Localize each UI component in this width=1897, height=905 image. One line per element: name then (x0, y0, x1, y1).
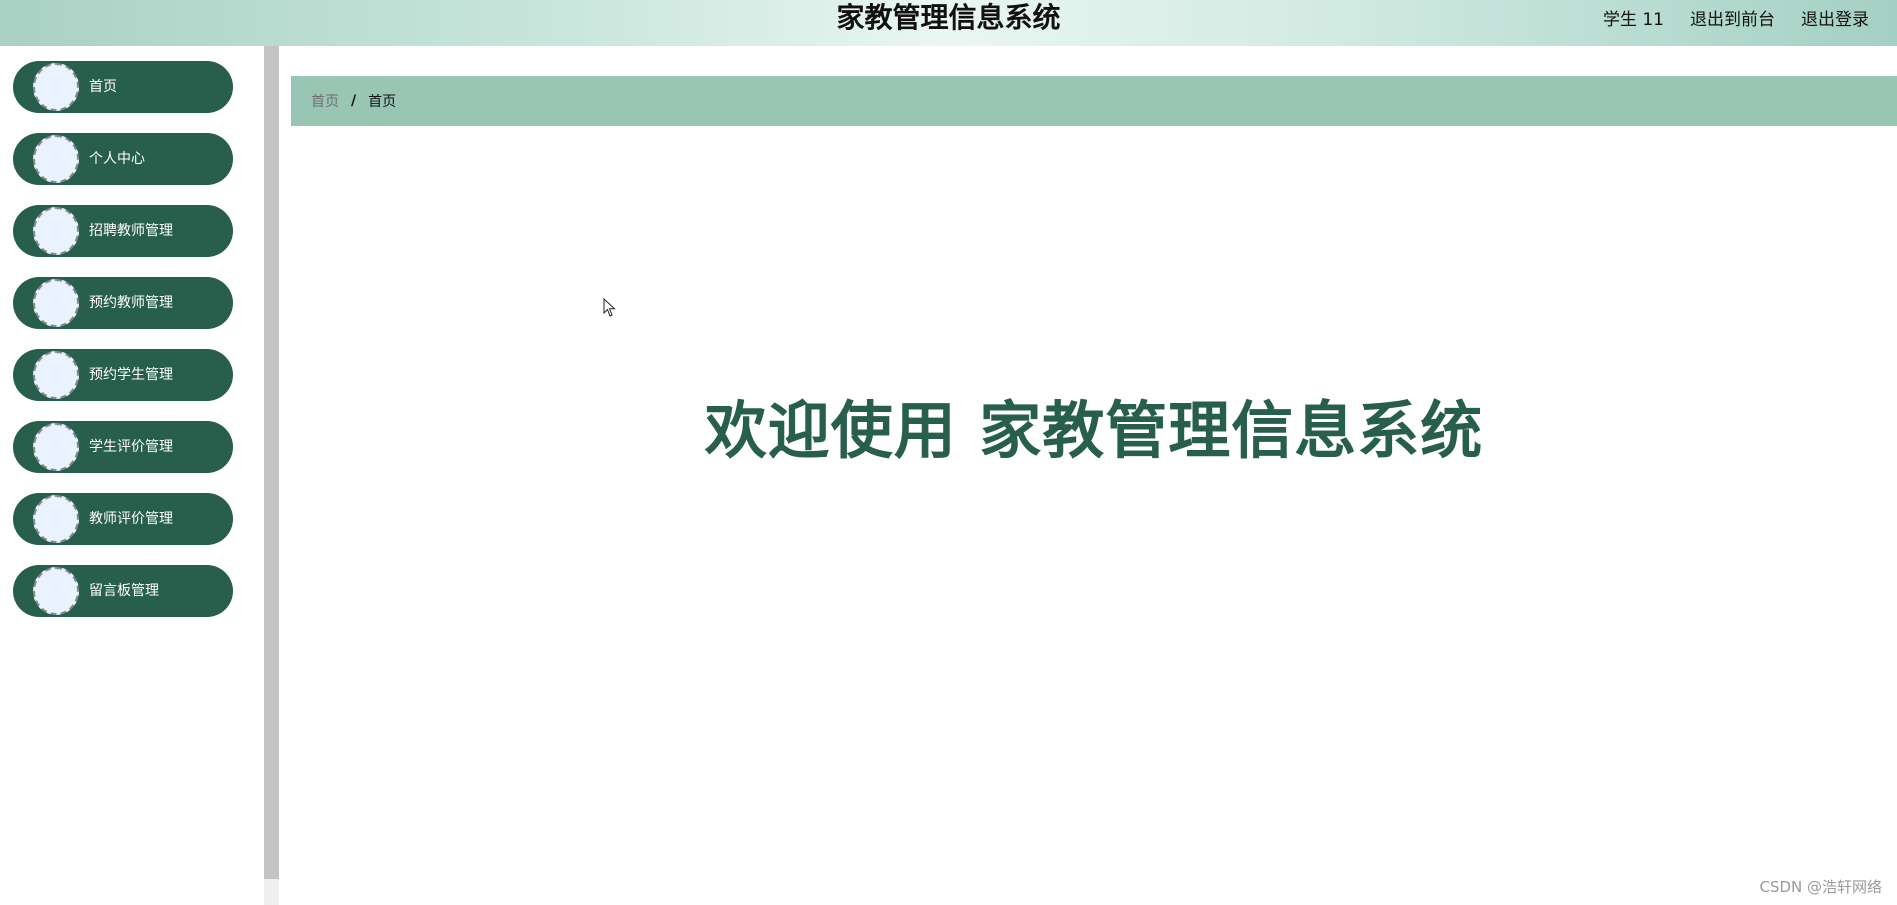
sidebar-item-message-board[interactable]: 留言板管理 (13, 565, 233, 617)
sidebar-item-label: 预约教师管理 (89, 295, 173, 311)
sidebar-menu: 首页 个人中心 招聘教师管理 预约教师管理 预约学生管理 学生评价管理 教师评价… (0, 46, 264, 905)
sidebar-item-label: 学生评价管理 (89, 439, 173, 455)
sidebar-item-label: 招聘教师管理 (89, 223, 173, 239)
watermark-text: CSDN @浩轩网络 (1759, 878, 1882, 896)
logout-link[interactable]: 退出登录 (1801, 5, 1869, 30)
sidebar-item-label: 个人中心 (89, 151, 145, 167)
sidebar-item-teacher-review[interactable]: 教师评价管理 (13, 493, 233, 545)
avatar-circle-icon (33, 279, 79, 327)
avatar-circle-icon (33, 135, 79, 183)
sidebar-item-label: 留言板管理 (89, 583, 159, 599)
sidebar-item-book-teacher[interactable]: 预约教师管理 (13, 277, 233, 329)
sidebar-item-label: 首页 (89, 79, 117, 95)
avatar-circle-icon (33, 567, 79, 615)
avatar-circle-icon (33, 207, 79, 255)
top-header: 家教管理信息系统 学生 11 退出到前台 退出登录 (0, 0, 1897, 46)
avatar-circle-icon (33, 63, 79, 111)
back-to-front-link[interactable]: 退出到前台 (1690, 5, 1775, 30)
sidebar-item-student-review[interactable]: 学生评价管理 (13, 421, 233, 473)
sidebar-item-label: 预约学生管理 (89, 367, 173, 383)
sidebar-item-label: 教师评价管理 (89, 511, 173, 527)
sidebar-item-book-student[interactable]: 预约学生管理 (13, 349, 233, 401)
avatar-circle-icon (33, 423, 79, 471)
sidebar-item-home[interactable]: 首页 (13, 61, 233, 113)
sidebar-item-recruit-teacher[interactable]: 招聘教师管理 (13, 205, 233, 257)
breadcrumb: 首页 / 首页 (291, 76, 1897, 126)
header-actions: 学生 11 退出到前台 退出登录 (1603, 0, 1869, 34)
breadcrumb-home-link[interactable]: 首页 (311, 91, 339, 111)
sidebar-item-personal-center[interactable]: 个人中心 (13, 133, 233, 185)
mouse-cursor-icon (603, 298, 616, 317)
avatar-circle-icon (33, 351, 79, 399)
breadcrumb-separator: / (351, 93, 357, 109)
avatar-circle-icon (33, 495, 79, 543)
current-user-label: 学生 11 (1602, 9, 1664, 30)
welcome-heading: 欢迎使用 家教管理信息系统 (704, 394, 1484, 467)
breadcrumb-current: 首页 (368, 94, 397, 110)
sidebar-scrollbar-thumb[interactable] (264, 46, 279, 879)
